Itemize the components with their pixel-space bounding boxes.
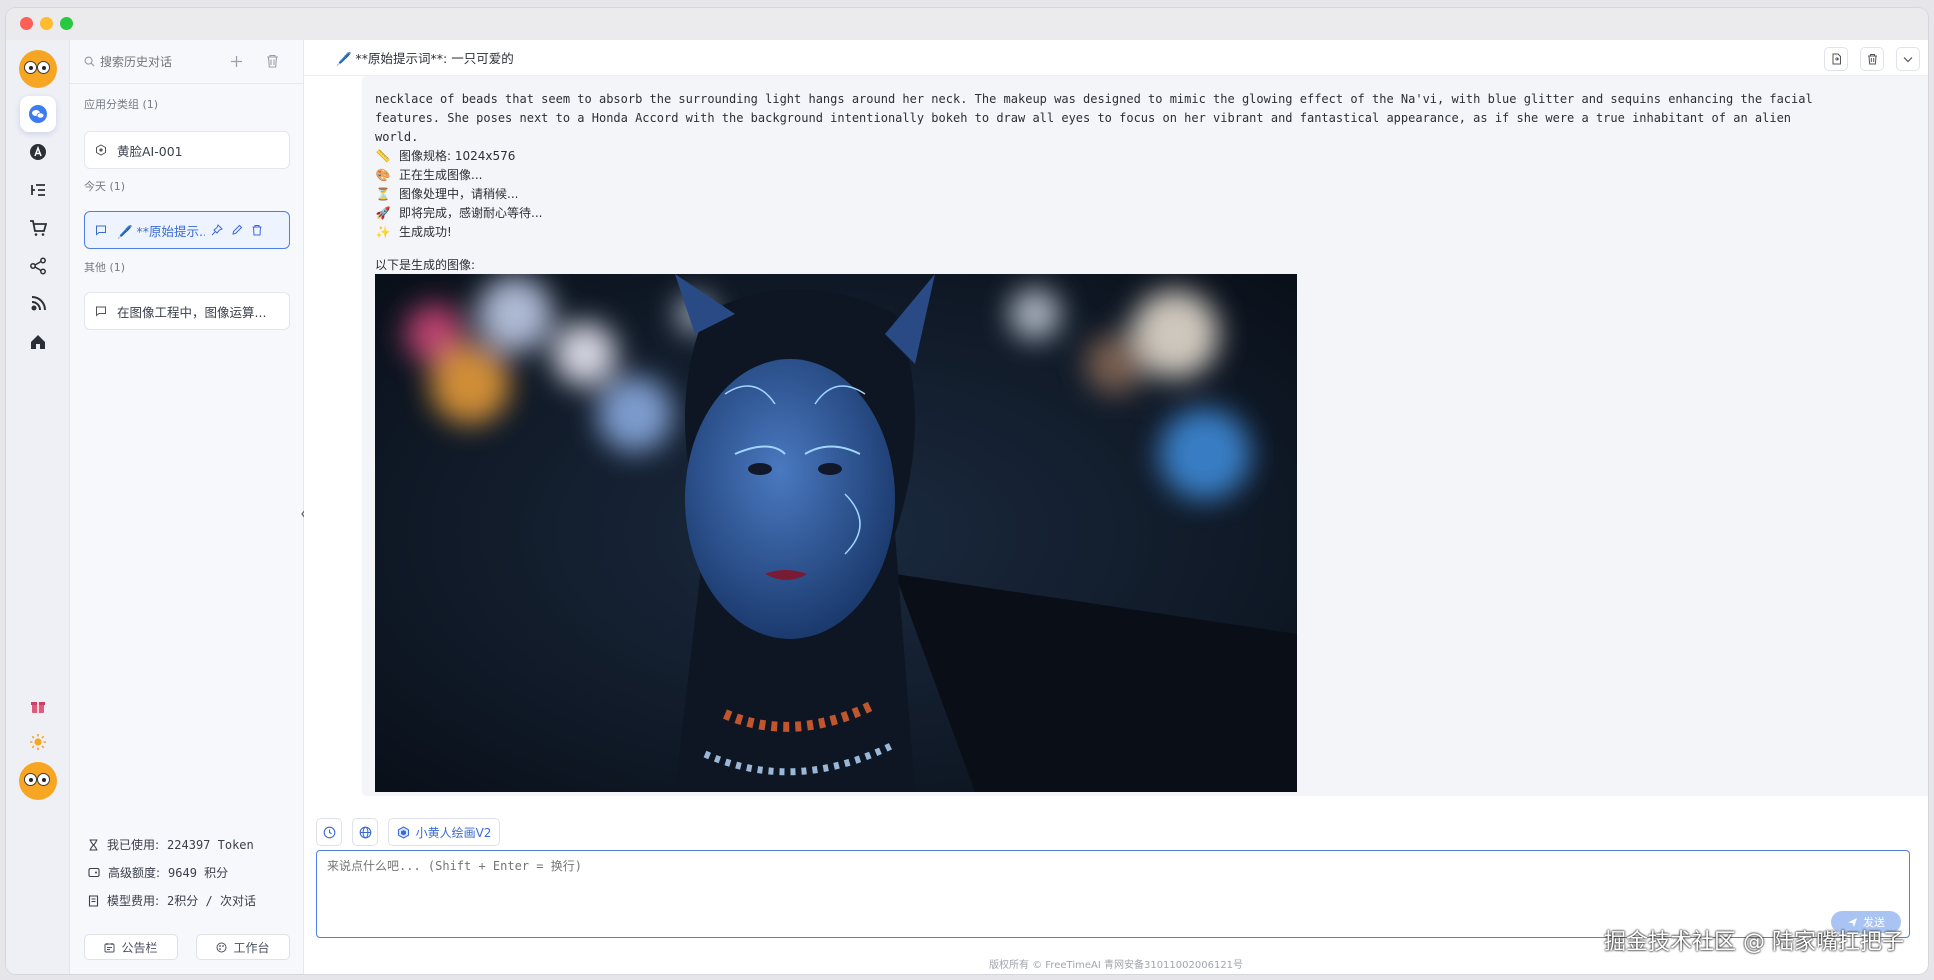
- cost-value: 2积分 / 次对话: [167, 894, 256, 908]
- rail-app-store-button[interactable]: [20, 134, 56, 170]
- chat-bubble-icon: [96, 306, 106, 317]
- chevron-down-icon: [1903, 56, 1913, 62]
- chat-bubbles-icon: [29, 105, 47, 123]
- status-line: 📏 图像规格: 1024x576: [375, 148, 516, 164]
- more-dropdown-button[interactable]: [1896, 47, 1920, 71]
- conversation-title: 在图像工程中，图像运算...: [117, 304, 267, 320]
- group-label-apps: 应用分类组 (1): [84, 98, 159, 111]
- app-hex-icon: [96, 144, 106, 156]
- app-window: 应用分类组 (1) 黄脸AI-001 今天 (1) 🖊️ **原始提示... 其…: [6, 8, 1928, 974]
- usage-label: 我已使用:: [107, 838, 160, 852]
- window-close-button[interactable]: [20, 17, 33, 30]
- rail-cart-button[interactable]: [20, 210, 56, 246]
- cart-icon: [30, 220, 47, 236]
- usage-stat: 我已使用: 224397 Token: [88, 836, 254, 853]
- hourglass-icon: [89, 838, 98, 851]
- rail-theme-button[interactable]: [20, 724, 56, 760]
- trash-icon: [1867, 54, 1877, 65]
- chat-header: 🖊️ **原始提示词**: 一只可爱的: [304, 40, 1928, 76]
- copyright-footer: 版权所有 © FreeTimeAI 青网安备31011002006121号: [988, 960, 1244, 971]
- title-bar: [6, 8, 1928, 40]
- window-minimize-button[interactable]: [40, 17, 53, 30]
- pin-icon[interactable]: [211, 224, 223, 236]
- quota-stat: 高级额度: 9649 积分: [88, 864, 228, 881]
- chat-title: 🖊️ **原始提示词**: 一只可爱的: [336, 51, 514, 66]
- ruler-icon: 📏: [375, 148, 391, 163]
- clock-icon: [323, 826, 335, 838]
- model-hex-icon: [397, 825, 409, 839]
- model-selector[interactable]: 小黄人绘画V2: [388, 818, 500, 846]
- cost-label: 模型费用:: [107, 894, 160, 908]
- group-label-today: 今天 (1): [84, 180, 126, 193]
- rail-home-button[interactable]: [20, 324, 56, 360]
- rail-gift-button[interactable]: [20, 688, 56, 724]
- conversation-title: 黄脸AI-001: [117, 143, 183, 159]
- status-line: 🎨 正在生成图像...: [375, 167, 483, 183]
- gift-icon: [31, 702, 45, 713]
- share-icon: [30, 257, 46, 275]
- sun-icon: [30, 734, 46, 750]
- group-label-other: 其他 (1): [84, 261, 126, 274]
- chat-bubble-icon: [96, 225, 106, 236]
- rail-share-button[interactable]: [20, 248, 56, 284]
- search-input[interactable]: [100, 52, 210, 72]
- trash-icon[interactable]: [251, 224, 263, 236]
- workspace-button[interactable]: 工作台: [196, 934, 290, 960]
- search-bar: [70, 40, 304, 84]
- conversation-sidebar: 应用分类组 (1) 黄脸AI-001 今天 (1) 🖊️ **原始提示... 其…: [70, 40, 304, 974]
- message-text: necklace of beads that seem to absorb th…: [375, 92, 1813, 144]
- model-label: 小黄人绘画V2: [415, 825, 492, 840]
- notice-icon: [104, 942, 115, 952]
- signal-icon: [31, 296, 46, 311]
- image-caption: 以下是生成的图像:: [375, 258, 476, 272]
- delete-all-icon[interactable]: [266, 54, 279, 68]
- generated-image[interactable]: [375, 274, 1297, 792]
- quota-value: 9649 积分: [168, 866, 229, 880]
- receipt-icon: [88, 894, 99, 907]
- list-icon: [31, 184, 45, 196]
- nav-rail: [6, 40, 70, 974]
- rail-list-button[interactable]: [20, 172, 56, 208]
- wallet-icon: [88, 867, 100, 878]
- palette-emoji-icon: 🎨: [375, 167, 391, 182]
- app-store-icon: [30, 144, 46, 160]
- message-input[interactable]: [327, 857, 1827, 917]
- clear-chat-button[interactable]: [1860, 47, 1884, 71]
- hourglass-emoji-icon: ⏳: [375, 186, 391, 201]
- export-icon: [1832, 53, 1841, 65]
- cost-stat: 模型费用: 2积分 / 次对话: [88, 892, 256, 909]
- notice-board-button[interactable]: 公告栏: [84, 934, 178, 960]
- conversation-item-app[interactable]: 黄脸AI-001: [84, 131, 290, 169]
- export-button[interactable]: [1824, 47, 1848, 71]
- app-logo-avatar[interactable]: [19, 50, 57, 88]
- status-line: ⏳ 图像处理中，请稍候...: [375, 186, 519, 202]
- workspace-label: 工作台: [233, 940, 270, 955]
- conversation-item-other[interactable]: 在图像工程中，图像运算...: [84, 292, 290, 330]
- window-maximize-button[interactable]: [60, 17, 73, 30]
- usage-value: 224397 Token: [167, 837, 254, 852]
- edit-icon[interactable]: [231, 224, 243, 236]
- chat-main: 🖊️ **原始提示词**: 一只可爱的 necklace of beads th…: [304, 40, 1928, 974]
- sparkles-icon: ✨: [375, 224, 391, 239]
- new-chat-icon[interactable]: [230, 55, 243, 68]
- conversation-title: 🖊️ **原始提示...: [117, 223, 205, 239]
- home-icon: [31, 335, 45, 349]
- notice-board-label: 公告栏: [121, 940, 158, 955]
- search-icon: [84, 56, 95, 67]
- globe-icon: [359, 826, 371, 838]
- rail-feed-button[interactable]: [20, 286, 56, 322]
- watermark: 掘金技术社区 @ 陆家嘴扛把子: [1604, 930, 1904, 955]
- conversation-item-active[interactable]: 🖊️ **原始提示...: [84, 211, 290, 249]
- history-button[interactable]: [316, 818, 342, 846]
- quota-label: 高级额度:: [108, 866, 161, 880]
- rail-chat-button[interactable]: [20, 96, 56, 132]
- palette-icon: [216, 942, 227, 952]
- user-avatar[interactable]: [19, 762, 57, 800]
- rocket-icon: 🚀: [375, 205, 391, 220]
- web-search-button[interactable]: [352, 818, 378, 846]
- status-line: ✨ 生成成功!: [375, 224, 452, 240]
- status-line: 🚀 即将完成，感谢耐心等待...: [375, 205, 543, 221]
